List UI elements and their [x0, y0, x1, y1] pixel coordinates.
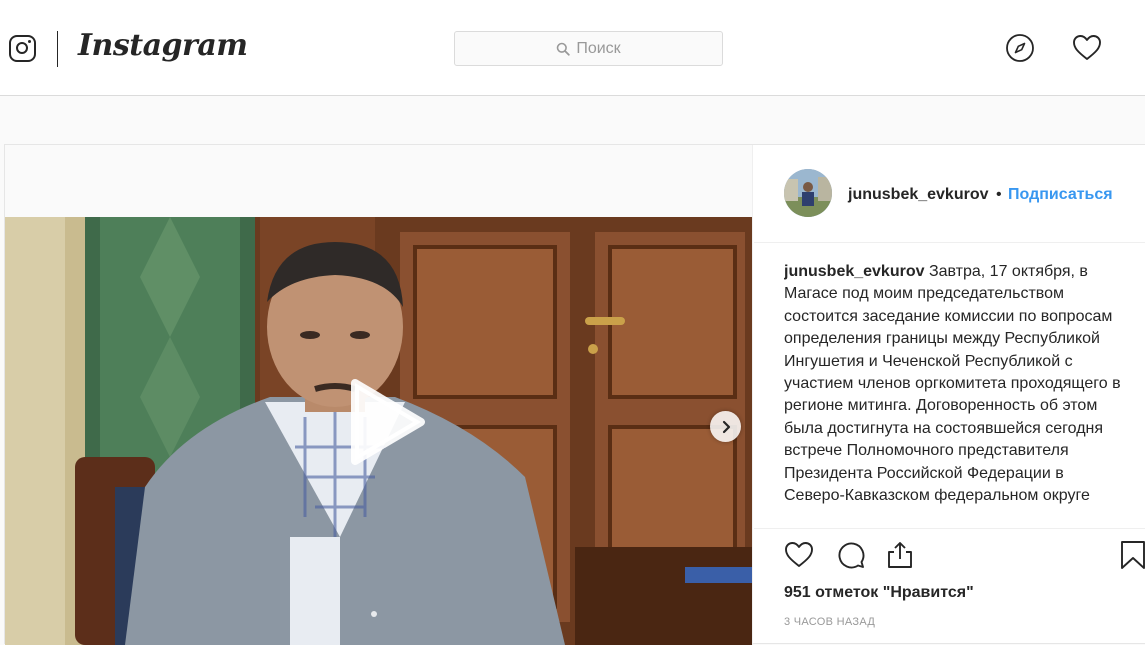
post-timestamp[interactable]: 3 часов назад: [784, 616, 875, 628]
post-media: [5, 145, 753, 645]
post-card: junusbek_evkurov • Подписаться junusbek_…: [4, 144, 1145, 645]
media-letterbox: [5, 145, 752, 217]
actions-divider: [754, 528, 1145, 529]
post-caption: junusbek_evkurov Завтра, 17 октября, в М…: [784, 261, 1124, 529]
save-icon[interactable]: [1118, 540, 1145, 570]
compass-icon[interactable]: [1005, 33, 1035, 63]
share-icon[interactable]: [885, 540, 915, 570]
separator-bullet: •: [996, 186, 1002, 203]
carousel-dot: [371, 611, 377, 617]
post-side-panel: junusbek_evkurov • Подписаться junusbek_…: [754, 145, 1145, 645]
caption-text: Завтра, 17 октября, в Магасе под моим пр…: [784, 263, 1121, 505]
like-icon[interactable]: [784, 540, 814, 570]
caption-author[interactable]: junusbek_evkurov: [784, 263, 925, 280]
next-arrow-icon[interactable]: [710, 411, 741, 442]
logo-divider: [57, 31, 58, 67]
search-placeholder: Поиск: [576, 39, 621, 57]
post-author-name[interactable]: junusbek_evkurov: [848, 186, 989, 204]
search-input[interactable]: Поиск: [454, 31, 723, 66]
search-icon: [557, 42, 571, 56]
likes-count[interactable]: 951 отметок "Нравится": [784, 584, 974, 602]
play-icon[interactable]: [347, 377, 427, 467]
avatar[interactable]: [784, 169, 832, 217]
video-player[interactable]: [5, 217, 752, 645]
post-header: junusbek_evkurov • Подписаться: [754, 145, 1145, 243]
instagram-glyph-icon[interactable]: [9, 35, 36, 62]
heart-icon[interactable]: [1072, 33, 1102, 63]
top-navigation-bar: Instagram Поиск: [0, 0, 1145, 96]
follow-button[interactable]: Подписаться: [1008, 186, 1113, 204]
instagram-wordmark[interactable]: Instagram: [78, 28, 248, 63]
comment-icon[interactable]: [836, 540, 866, 570]
